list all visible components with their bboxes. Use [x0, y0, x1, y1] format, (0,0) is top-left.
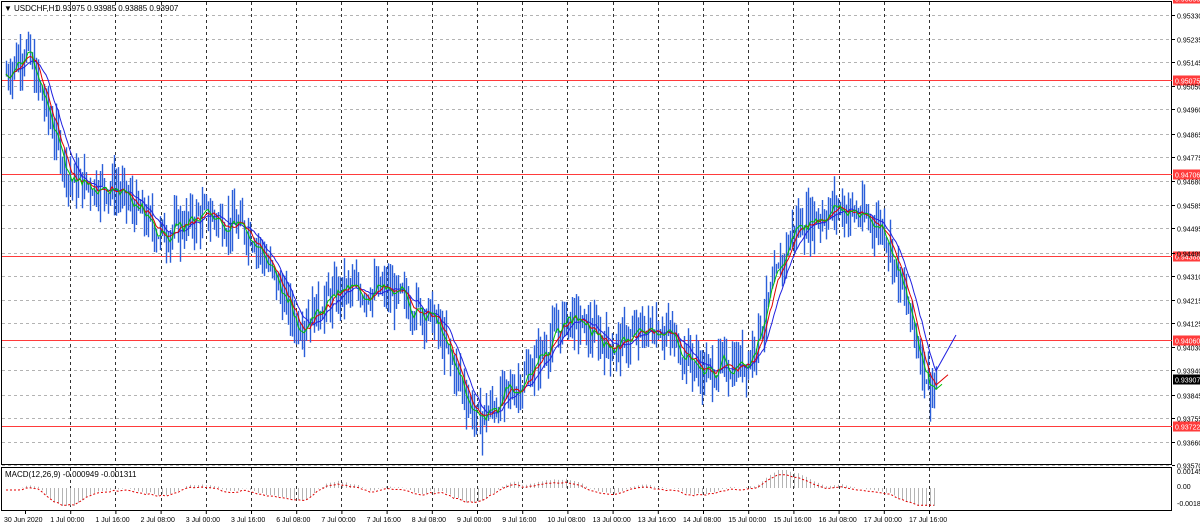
price-axis-label: 0.94495 [1177, 227, 1200, 234]
price-axis-label: 0.94775 [1177, 156, 1200, 163]
time-axis-label: 10 Jul 08:00 [547, 517, 585, 524]
time-axis-label: 1 Jul 00:00 [50, 517, 84, 524]
price-axis-label: 0.94680 [1177, 180, 1200, 187]
time-axis-label: 14 Jul 08:00 [683, 517, 721, 524]
time-axis-label: 7 Jul 16:00 [367, 517, 401, 524]
time-axis-label: 3 Jul 16:00 [231, 517, 265, 524]
time-axis-label: 13 Jul 00:00 [593, 517, 631, 524]
price-axis-label: 0.94400 [1177, 252, 1200, 259]
time-axis-label: 6 Jul 08:00 [276, 517, 310, 524]
level-price-label: 0.95395 [1175, 0, 1200, 4]
macd-axis-label: -0.0018 [1177, 501, 1200, 508]
price-axis-label: 0.95050 [1177, 85, 1200, 92]
time-axis-label: 15 Jul 00:00 [728, 517, 766, 524]
chart-canvas[interactable]: 0.953950.950750.947060.943880.940600.937… [0, 0, 1200, 527]
price-axis-label: 0.95145 [1177, 61, 1200, 68]
price-axis-label: 0.94585 [1177, 204, 1200, 211]
time-axis-label: 9 Jul 00:00 [457, 517, 491, 524]
time-axis-label: 15 Jul 16:00 [773, 517, 811, 524]
price-axis-label: 0.94125 [1177, 322, 1200, 329]
level-price-label: 0.93722 [1175, 425, 1200, 432]
price-axis-label: 0.93940 [1177, 369, 1200, 376]
price-axis-label: 0.94960 [1177, 108, 1200, 115]
trading-chart-window[interactable]: 0.95395 0.95075 0.94706 0.94388 0.94060 0.937… [0, 0, 1200, 527]
price-axis-label: 0.94215 [1177, 299, 1200, 306]
ohlc-values: 0.93975 0.93985 0.93885 0.93907 [56, 4, 179, 13]
price-axis-label: 0.95235 [1177, 38, 1200, 45]
price-axis-label: 0.94865 [1177, 133, 1200, 140]
macd-label: MACD(12,26,9) -0.000949 -0.001311 [5, 470, 137, 479]
time-axis-label: 30 Jun 2020 [4, 517, 43, 524]
time-axis-label: 7 Jul 00:00 [321, 517, 355, 524]
time-axis-label: 3 Jul 00:00 [186, 517, 220, 524]
level-price-label: 0.94706 [1175, 173, 1200, 180]
time-axis-label: 17 Jul 16:00 [909, 517, 947, 524]
time-axis-label: 13 Jul 16:00 [638, 517, 676, 524]
price-axis-label: 0.93660 [1177, 441, 1200, 448]
price-axis-label: 0.95330 [1177, 14, 1200, 21]
chart-menu-arrow[interactable]: ▼ [4, 4, 12, 13]
price-axis-label: 0.93845 [1177, 394, 1200, 401]
macd-axis-label: 0.00 [1177, 484, 1191, 491]
level-price-label: 0.94060 [1175, 339, 1200, 346]
macd-pane-frame [1, 467, 1172, 511]
price-axis-label: 0.94030 [1177, 346, 1200, 353]
symbol-label: USDCHF,H1 [14, 4, 59, 13]
time-axis-label: 8 Jul 08:00 [412, 517, 446, 524]
time-axis-label: 9 Jul 16:00 [502, 517, 536, 524]
price-axis-label: 0.94310 [1177, 275, 1200, 282]
price-axis-label: 0.93755 [1177, 417, 1200, 424]
time-axis: 30 Jun 2020 1 Jul 00:00 1 Jul 16:00 2 Jul 0… [4, 511, 947, 524]
time-axis-label: 16 Jul 08:00 [819, 517, 857, 524]
time-axis-label: 2 Jul 08:00 [141, 517, 175, 524]
price-axis-label: 0.93570 [1177, 464, 1200, 471]
time-axis-label: 17 Jul 00:00 [864, 517, 902, 524]
time-axis-label: 1 Jul 16:00 [95, 517, 129, 524]
current-price-label: 0.93907 [1175, 378, 1200, 385]
